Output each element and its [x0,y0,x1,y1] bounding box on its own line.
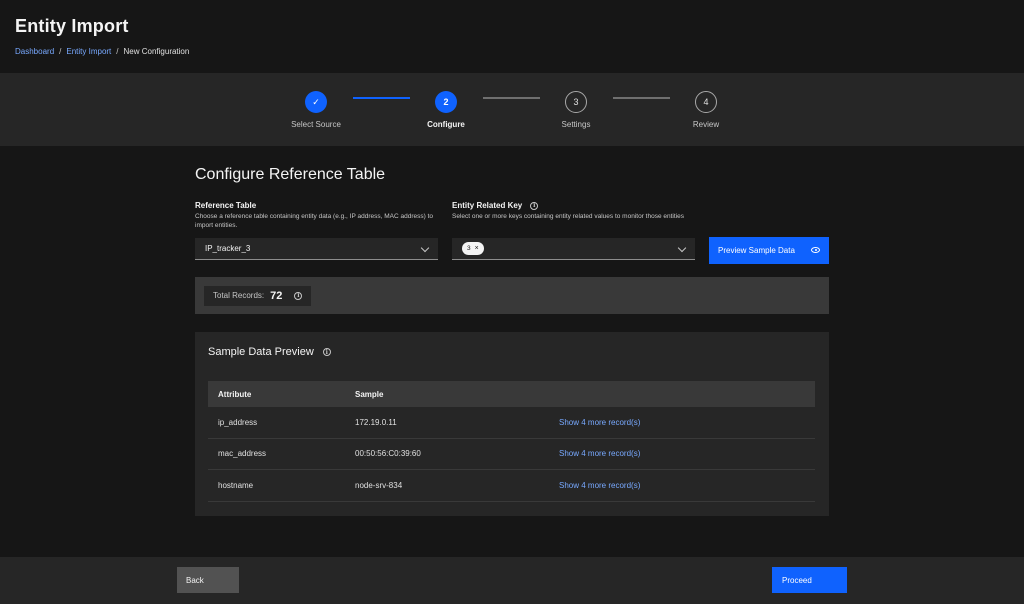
step-number: 2 [435,91,457,113]
entity-key-field: Entity Related Key i Select one or more … [452,201,702,221]
info-icon[interactable]: i [322,348,331,356]
breadcrumb-separator: / [59,47,62,56]
step-label: Settings [561,120,591,129]
step-label: Select Source [291,120,341,129]
reference-table-field: Reference Table Choose a reference table… [195,201,438,230]
tag-count: 3 [467,245,471,252]
info-icon[interactable]: i [294,291,303,300]
total-records-label: Total Records: [213,291,265,300]
step-label: Configure [427,120,465,129]
step-connector [353,97,410,99]
sample-title-row: Sample Data Preview i [208,346,816,358]
table-row: ip_address 172.19.0.11 Show 4 more recor… [208,407,815,439]
breadcrumb-separator: / [116,47,119,56]
cell-attribute: ip_address [218,417,258,427]
page-title: Entity Import [15,16,129,36]
sample-data-panel: Sample Data Preview i Attribute Sample i… [195,332,829,516]
reference-table-help: Choose a reference table containing enti… [195,213,433,230]
entity-key-help: Select one or more keys containing entit… [452,213,684,220]
sample-table: Attribute Sample ip_address 172.19.0.11 … [208,381,815,502]
cell-sample: 00:50:56:C0:39:60 [355,449,421,459]
info-icon[interactable]: i [530,201,539,210]
selected-count-tag: 3 × [462,242,484,255]
eye-icon [811,247,820,253]
entity-key-label: Entity Related Key [452,201,523,210]
column-header-sample: Sample [355,389,384,399]
cell-attribute: mac_address [218,449,267,459]
page-header: Entity Import Dashboard / Entity Import … [0,0,1024,73]
proceed-button[interactable]: Proceed [772,567,847,593]
progress-stepper: ✓ Select Source 2 Configure 3 Settings 4… [0,73,1024,146]
entity-key-multiselect[interactable]: 3 × [452,238,695,260]
cell-sample: node-srv-834 [355,480,403,490]
step-label: Review [692,120,720,129]
column-header-attribute: Attribute [218,389,252,399]
configuration-fields: Reference Table Choose a reference table… [195,201,829,271]
step-connector [483,97,540,99]
clear-selection-icon[interactable]: × [475,245,479,252]
chevron-down-icon [677,243,687,253]
breadcrumb-entity-import[interactable]: Entity Import [66,47,111,56]
main-content: Configure Reference Table Reference Tabl… [195,146,829,516]
step-select-source[interactable]: ✓ Select Source [276,91,356,129]
breadcrumb-current: New Configuration [123,47,190,56]
table-row: mac_address 00:50:56:C0:39:60 Show 4 mor… [208,439,815,470]
reference-table-value: IP_tracker_3 [205,244,251,253]
table-row: hostname node-srv-834 Show 4 more record… [208,470,815,502]
step-number: 3 [565,91,587,113]
step-configure[interactable]: 2 Configure [406,91,486,129]
preview-button-label: Preview Sample Data [718,246,795,255]
show-more-link[interactable]: Show 4 more record(s) [559,481,640,490]
step-connector [613,97,670,99]
sample-title: Sample Data Preview [208,346,314,358]
back-button[interactable]: Back [177,567,239,593]
step-settings[interactable]: 3 Settings [536,91,616,129]
reference-table-select[interactable]: IP_tracker_3 [195,238,438,260]
records-panel: Total Records: 72 i [195,277,829,314]
reference-table-label: Reference Table [195,201,257,210]
step-number: 4 [695,91,717,113]
cell-sample: 172.19.0.11 [355,417,397,427]
breadcrumb-dashboard[interactable]: Dashboard [15,47,54,56]
section-title: Configure Reference Table [195,166,386,183]
check-icon: ✓ [305,91,327,113]
total-records-chip: Total Records: 72 i [204,285,312,306]
step-review[interactable]: 4 Review [666,91,746,129]
table-header: Attribute Sample [208,381,815,407]
breadcrumb: Dashboard / Entity Import / New Configur… [15,47,1009,56]
preview-sample-data-button[interactable]: Preview Sample Data [709,237,829,264]
chevron-down-icon [420,243,430,253]
total-records-value: 72 [270,289,283,302]
entity-key-label-row: Entity Related Key i [452,201,702,210]
show-more-link[interactable]: Show 4 more record(s) [559,418,640,427]
footer-actions: Back Proceed [0,557,1024,604]
show-more-link[interactable]: Show 4 more record(s) [559,449,640,458]
cell-attribute: hostname [218,480,254,490]
